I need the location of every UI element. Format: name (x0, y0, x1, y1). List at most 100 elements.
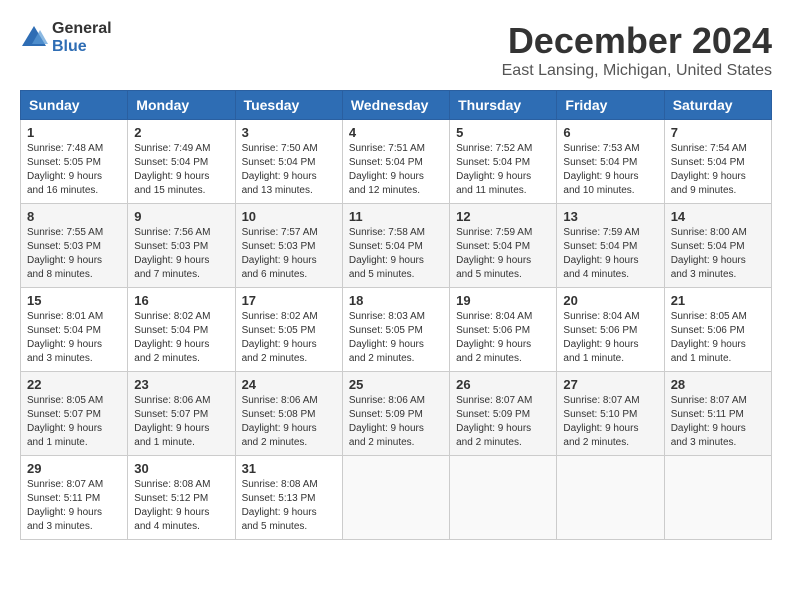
day-info: Sunrise: 7:59 AM Sunset: 5:04 PM Dayligh… (563, 226, 657, 282)
day-number: 11 (349, 209, 443, 224)
day-info: Sunrise: 8:00 AM Sunset: 5:04 PM Dayligh… (671, 226, 765, 282)
calendar-header-row: SundayMondayTuesdayWednesdayThursdayFrid… (21, 91, 772, 120)
day-number: 16 (134, 293, 228, 308)
calendar-cell: 20 Sunrise: 8:04 AM Sunset: 5:06 PM Dayl… (557, 288, 664, 372)
day-number: 18 (349, 293, 443, 308)
day-number: 20 (563, 293, 657, 308)
day-info: Sunrise: 8:04 AM Sunset: 5:06 PM Dayligh… (456, 310, 550, 366)
calendar-cell: 27 Sunrise: 8:07 AM Sunset: 5:10 PM Dayl… (557, 372, 664, 456)
day-info: Sunrise: 8:08 AM Sunset: 5:13 PM Dayligh… (242, 478, 336, 534)
day-number: 7 (671, 125, 765, 140)
calendar-cell: 11 Sunrise: 7:58 AM Sunset: 5:04 PM Dayl… (342, 204, 449, 288)
calendar-cell: 21 Sunrise: 8:05 AM Sunset: 5:06 PM Dayl… (664, 288, 771, 372)
weekday-header-monday: Monday (128, 91, 235, 120)
day-info: Sunrise: 7:58 AM Sunset: 5:04 PM Dayligh… (349, 226, 443, 282)
calendar-body: 1 Sunrise: 7:48 AM Sunset: 5:05 PM Dayli… (21, 120, 772, 540)
calendar-cell: 9 Sunrise: 7:56 AM Sunset: 5:03 PM Dayli… (128, 204, 235, 288)
calendar-cell: 5 Sunrise: 7:52 AM Sunset: 5:04 PM Dayli… (450, 120, 557, 204)
page-header: General Blue December 2024 East Lansing,… (20, 20, 772, 80)
day-number: 22 (27, 377, 121, 392)
day-number: 15 (27, 293, 121, 308)
calendar-cell: 15 Sunrise: 8:01 AM Sunset: 5:04 PM Dayl… (21, 288, 128, 372)
day-info: Sunrise: 8:07 AM Sunset: 5:11 PM Dayligh… (27, 478, 121, 534)
title-block: December 2024 East Lansing, Michigan, Un… (502, 20, 772, 80)
calendar-week-3: 15 Sunrise: 8:01 AM Sunset: 5:04 PM Dayl… (21, 288, 772, 372)
day-number: 13 (563, 209, 657, 224)
day-number: 24 (242, 377, 336, 392)
calendar-cell: 23 Sunrise: 8:06 AM Sunset: 5:07 PM Dayl… (128, 372, 235, 456)
calendar-cell: 28 Sunrise: 8:07 AM Sunset: 5:11 PM Dayl… (664, 372, 771, 456)
calendar-cell (450, 456, 557, 540)
day-info: Sunrise: 8:05 AM Sunset: 5:07 PM Dayligh… (27, 394, 121, 450)
day-number: 17 (242, 293, 336, 308)
day-info: Sunrise: 8:02 AM Sunset: 5:05 PM Dayligh… (242, 310, 336, 366)
calendar-cell: 16 Sunrise: 8:02 AM Sunset: 5:04 PM Dayl… (128, 288, 235, 372)
day-number: 23 (134, 377, 228, 392)
day-number: 26 (456, 377, 550, 392)
day-info: Sunrise: 7:49 AM Sunset: 5:04 PM Dayligh… (134, 142, 228, 198)
calendar-cell: 13 Sunrise: 7:59 AM Sunset: 5:04 PM Dayl… (557, 204, 664, 288)
day-number: 5 (456, 125, 550, 140)
day-number: 1 (27, 125, 121, 140)
day-number: 29 (27, 461, 121, 476)
day-info: Sunrise: 7:55 AM Sunset: 5:03 PM Dayligh… (27, 226, 121, 282)
day-number: 27 (563, 377, 657, 392)
calendar-cell: 8 Sunrise: 7:55 AM Sunset: 5:03 PM Dayli… (21, 204, 128, 288)
logo-text: General Blue (52, 20, 112, 55)
calendar-week-1: 1 Sunrise: 7:48 AM Sunset: 5:05 PM Dayli… (21, 120, 772, 204)
day-info: Sunrise: 8:05 AM Sunset: 5:06 PM Dayligh… (671, 310, 765, 366)
day-info: Sunrise: 8:07 AM Sunset: 5:10 PM Dayligh… (563, 394, 657, 450)
day-info: Sunrise: 8:04 AM Sunset: 5:06 PM Dayligh… (563, 310, 657, 366)
day-number: 28 (671, 377, 765, 392)
day-info: Sunrise: 8:01 AM Sunset: 5:04 PM Dayligh… (27, 310, 121, 366)
day-info: Sunrise: 7:50 AM Sunset: 5:04 PM Dayligh… (242, 142, 336, 198)
day-number: 12 (456, 209, 550, 224)
day-info: Sunrise: 8:06 AM Sunset: 5:07 PM Dayligh… (134, 394, 228, 450)
logo-blue: Blue (52, 38, 112, 56)
calendar-cell: 19 Sunrise: 8:04 AM Sunset: 5:06 PM Dayl… (450, 288, 557, 372)
day-number: 3 (242, 125, 336, 140)
day-info: Sunrise: 7:56 AM Sunset: 5:03 PM Dayligh… (134, 226, 228, 282)
calendar-cell: 12 Sunrise: 7:59 AM Sunset: 5:04 PM Dayl… (450, 204, 557, 288)
day-info: Sunrise: 8:03 AM Sunset: 5:05 PM Dayligh… (349, 310, 443, 366)
day-info: Sunrise: 7:59 AM Sunset: 5:04 PM Dayligh… (456, 226, 550, 282)
day-number: 2 (134, 125, 228, 140)
calendar-cell: 24 Sunrise: 8:06 AM Sunset: 5:08 PM Dayl… (235, 372, 342, 456)
day-number: 21 (671, 293, 765, 308)
weekday-header-friday: Friday (557, 91, 664, 120)
day-number: 10 (242, 209, 336, 224)
calendar-cell: 7 Sunrise: 7:54 AM Sunset: 5:04 PM Dayli… (664, 120, 771, 204)
calendar-cell: 4 Sunrise: 7:51 AM Sunset: 5:04 PM Dayli… (342, 120, 449, 204)
calendar-cell: 2 Sunrise: 7:49 AM Sunset: 5:04 PM Dayli… (128, 120, 235, 204)
location-title: East Lansing, Michigan, United States (502, 62, 772, 80)
day-info: Sunrise: 7:52 AM Sunset: 5:04 PM Dayligh… (456, 142, 550, 198)
weekday-header-saturday: Saturday (664, 91, 771, 120)
month-title: December 2024 (502, 20, 772, 62)
calendar-table: SundayMondayTuesdayWednesdayThursdayFrid… (20, 90, 772, 540)
day-number: 9 (134, 209, 228, 224)
logo-icon (20, 24, 48, 52)
day-number: 8 (27, 209, 121, 224)
day-info: Sunrise: 7:48 AM Sunset: 5:05 PM Dayligh… (27, 142, 121, 198)
calendar-cell: 26 Sunrise: 8:07 AM Sunset: 5:09 PM Dayl… (450, 372, 557, 456)
weekday-header-sunday: Sunday (21, 91, 128, 120)
weekday-header-tuesday: Tuesday (235, 91, 342, 120)
day-number: 31 (242, 461, 336, 476)
day-number: 25 (349, 377, 443, 392)
calendar-cell: 22 Sunrise: 8:05 AM Sunset: 5:07 PM Dayl… (21, 372, 128, 456)
day-number: 6 (563, 125, 657, 140)
day-number: 19 (456, 293, 550, 308)
calendar-cell (557, 456, 664, 540)
calendar-week-2: 8 Sunrise: 7:55 AM Sunset: 5:03 PM Dayli… (21, 204, 772, 288)
day-info: Sunrise: 8:07 AM Sunset: 5:11 PM Dayligh… (671, 394, 765, 450)
day-number: 30 (134, 461, 228, 476)
calendar-cell: 3 Sunrise: 7:50 AM Sunset: 5:04 PM Dayli… (235, 120, 342, 204)
day-info: Sunrise: 7:51 AM Sunset: 5:04 PM Dayligh… (349, 142, 443, 198)
calendar-cell: 25 Sunrise: 8:06 AM Sunset: 5:09 PM Dayl… (342, 372, 449, 456)
calendar-week-5: 29 Sunrise: 8:07 AM Sunset: 5:11 PM Dayl… (21, 456, 772, 540)
calendar-cell: 31 Sunrise: 8:08 AM Sunset: 5:13 PM Dayl… (235, 456, 342, 540)
day-info: Sunrise: 8:02 AM Sunset: 5:04 PM Dayligh… (134, 310, 228, 366)
calendar-week-4: 22 Sunrise: 8:05 AM Sunset: 5:07 PM Dayl… (21, 372, 772, 456)
logo-general: General (52, 20, 112, 38)
calendar-cell: 29 Sunrise: 8:07 AM Sunset: 5:11 PM Dayl… (21, 456, 128, 540)
